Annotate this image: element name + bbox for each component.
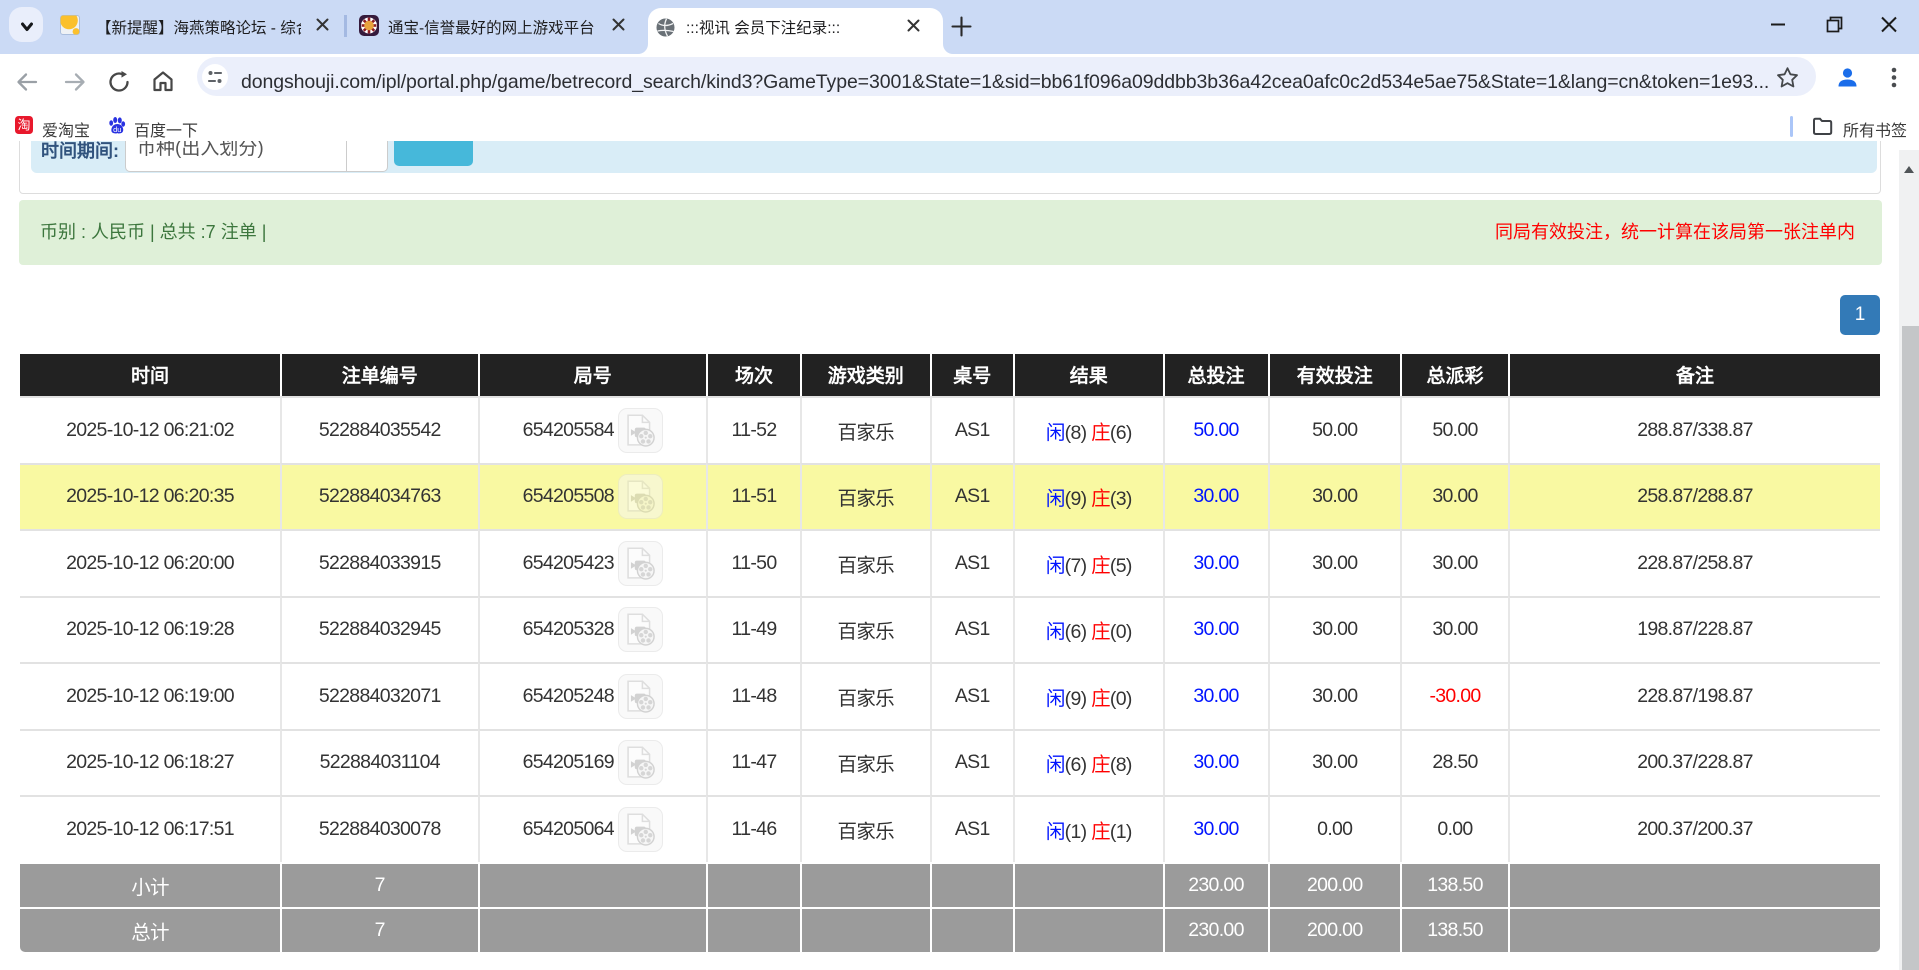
svg-text:du: du — [113, 125, 121, 134]
svg-text:淘: 淘 — [17, 118, 30, 133]
